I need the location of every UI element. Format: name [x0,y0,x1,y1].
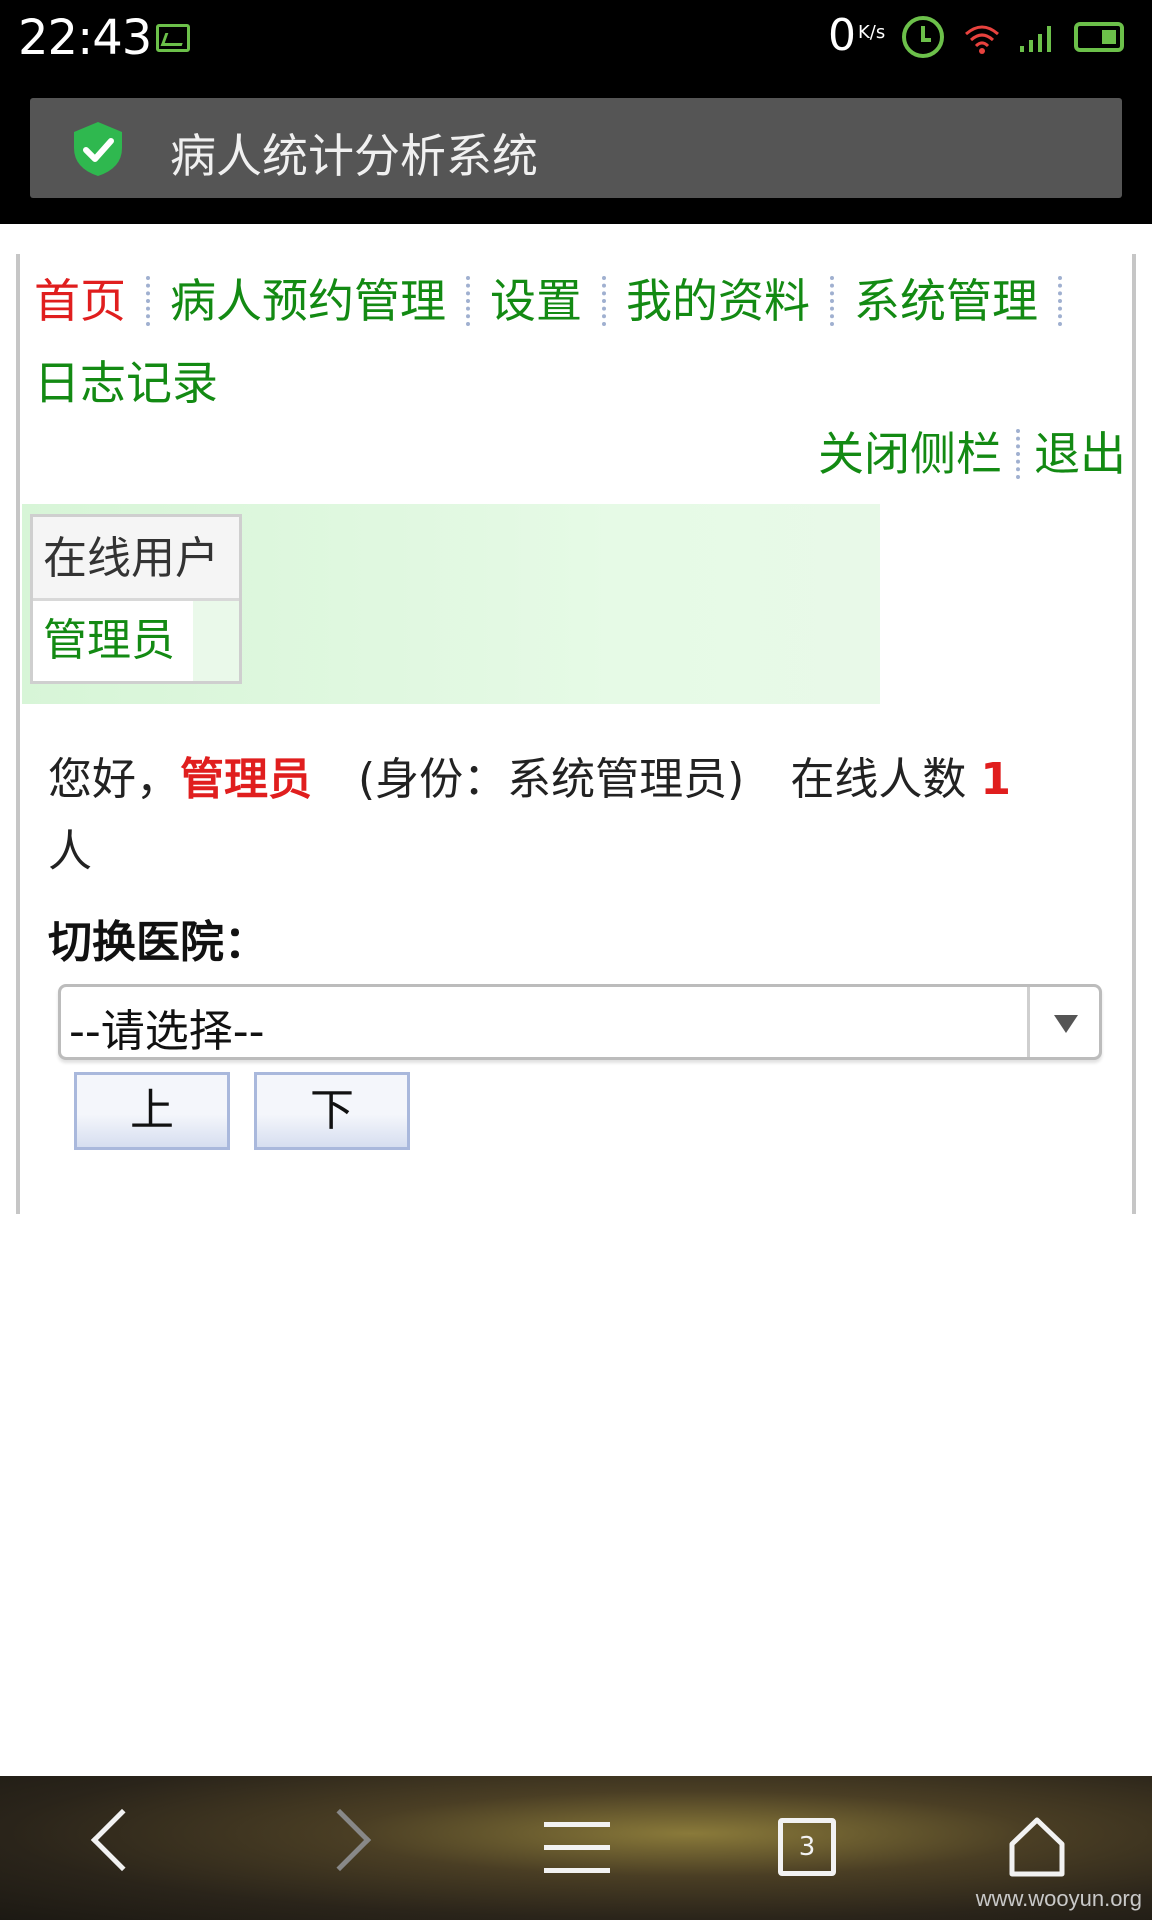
page-title: 病人统计分析系统 [170,129,538,183]
logout-link[interactable]: 退出 [1034,424,1126,484]
sidebar-controls: 关闭侧栏 退出 [818,424,1126,484]
back-icon[interactable] [90,1808,154,1872]
menu-icon[interactable] [544,1822,610,1874]
watermark: www.wooyun.org [975,1886,1142,1911]
status-bar: 22:43 0 K/s [0,0,1152,78]
online-users-header: 在线用户 [33,517,239,601]
nav-item-system-admin[interactable]: 系统管理 [848,260,1044,342]
online-count: 1 [980,754,1011,805]
image-icon [156,24,190,52]
switch-hospital-label: 切换医院： [48,917,268,968]
nav-item-logs[interactable]: 日志记录 [28,342,224,424]
dropdown-toggle[interactable] [1027,987,1099,1057]
top-nav: 首页 病人预约管理 设置 我的资料 系统管理日志记录 [28,260,1128,424]
tabs-button[interactable]: 3 [778,1818,836,1876]
online-count-label: 在线人数 [790,754,967,805]
greeting-text: 您好，管理员 (身份：系统管理员) 在线人数 1 人 [48,744,1108,888]
forward-icon[interactable] [308,1808,372,1872]
signal-icon [1020,26,1051,52]
table-row: 管理员 [33,601,239,681]
greeting-prefix: 您好， [48,754,180,805]
nav-item-profile[interactable]: 我的资料 [620,260,816,342]
title-bar: 病人统计分析系统 [30,98,1122,198]
nav-separator [602,275,606,326]
shield-check-icon [74,122,122,176]
chevron-down-icon [1054,1015,1078,1033]
hospital-select-value: --请选择-- [69,1006,265,1057]
nav-separator [830,275,834,326]
nav-separator [1016,428,1020,479]
network-speed-unit: K/s [858,22,886,43]
wifi-icon [965,25,999,54]
main-frame: 首页 病人预约管理 设置 我的资料 系统管理日志记录 关闭侧栏 退出 在线用户 管理员 您… [16,254,1136,1214]
nav-separator [1058,275,1062,326]
status-time: 22:43 [18,10,152,66]
title-area: 病人统计分析系统 [0,78,1152,224]
nav-separator [146,275,150,326]
network-speed: 0 [828,10,856,61]
up-button[interactable]: 上 [74,1072,230,1150]
nav-item-home[interactable]: 首页 [28,260,132,342]
nav-separator [466,275,470,326]
home-icon[interactable] [1008,1814,1066,1878]
online-count-unit: 人 [48,826,92,877]
battery-icon [1074,22,1124,52]
online-users-panel: 在线用户 管理员 [22,504,880,704]
alarm-icon [902,16,944,58]
hospital-select[interactable]: --请选择-- [58,984,1102,1060]
online-users-table: 在线用户 管理员 [30,514,242,684]
online-user-name[interactable]: 管理员 [33,601,193,681]
browser-bottom-nav: 3 www.wooyun.org [0,1776,1152,1920]
down-button[interactable]: 下 [254,1072,410,1150]
nav-item-appointments[interactable]: 病人预约管理 [164,260,452,342]
user-role: (身份：系统管理员) [358,754,745,805]
user-name: 管理员 [180,754,312,805]
close-sidebar-link[interactable]: 关闭侧栏 [818,424,1002,484]
nav-item-settings[interactable]: 设置 [484,260,588,342]
